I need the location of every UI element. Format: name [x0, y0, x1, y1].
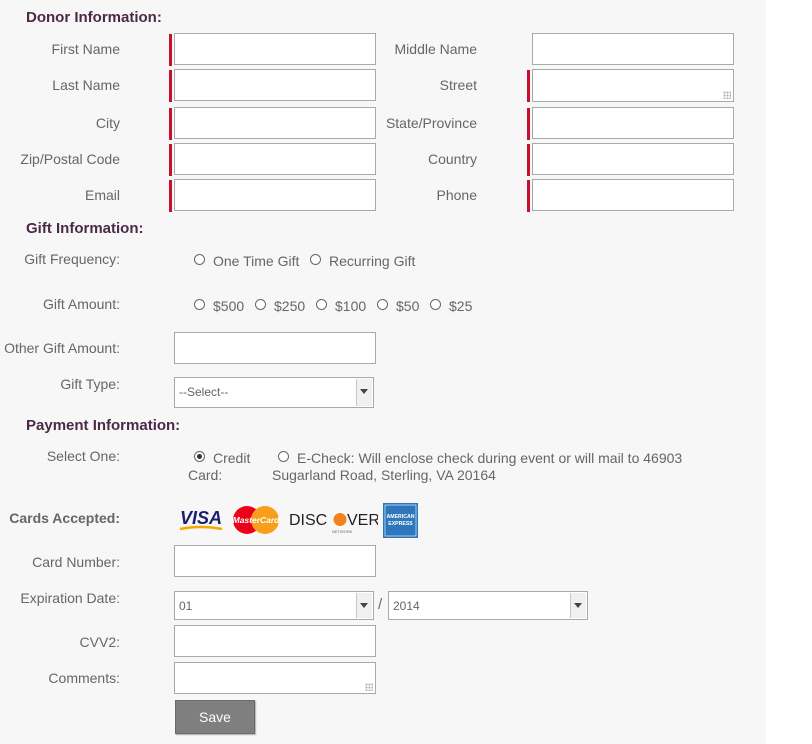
amount-500-radio[interactable]	[194, 299, 205, 310]
exp-month-select[interactable]: 01	[174, 591, 374, 620]
svg-text:NETWORK: NETWORK	[332, 529, 353, 534]
other-gift-amount-label: Other Gift Amount:	[4, 340, 120, 356]
state-label: State/Province	[385, 115, 477, 131]
chevron-down-icon[interactable]	[356, 593, 372, 618]
amex-logo-icon: AMERICAN EXPRESS	[383, 503, 418, 538]
last-name-input[interactable]	[174, 69, 376, 101]
exp-year-value: 2014	[393, 599, 420, 613]
cvv2-input[interactable]	[174, 625, 376, 657]
select-one-label: Select One:	[46, 448, 120, 464]
amount-500-label[interactable]: $500	[213, 298, 244, 314]
gift-frequency-label: Gift Frequency:	[24, 251, 120, 267]
recurring-gift-label[interactable]: Recurring Gift	[329, 253, 415, 269]
country-input[interactable]	[532, 143, 734, 175]
cvv2-label: CVV2:	[79, 634, 120, 650]
svg-text:MasterCard: MasterCard	[233, 515, 281, 525]
card-number-label: Card Number:	[32, 554, 120, 570]
required-marker	[527, 180, 530, 212]
exp-year-select[interactable]: 2014	[388, 591, 588, 620]
first-name-label: First Name	[51, 41, 120, 57]
one-time-gift-label[interactable]: One Time Gift	[213, 253, 299, 269]
credit-card-label-line1[interactable]: Credit	[213, 450, 250, 466]
comments-label: Comments:	[48, 670, 120, 686]
amount-250-label[interactable]: $250	[274, 298, 305, 314]
credit-card-label-line2[interactable]: Card:	[188, 467, 222, 483]
required-marker	[527, 144, 530, 176]
amount-250-radio[interactable]	[255, 299, 266, 310]
country-label: Country	[427, 151, 477, 167]
phone-input[interactable]	[532, 179, 734, 211]
zip-label: Zip/Postal Code	[20, 151, 120, 167]
gift-type-select[interactable]: --Select--	[174, 377, 374, 408]
resize-grip-icon[interactable]	[723, 91, 731, 99]
payment-section-title: Payment Information:	[26, 417, 181, 434]
echeck-label-line1[interactable]: E-Check: Will enclose check during event…	[297, 450, 682, 466]
one-time-gift-radio[interactable]	[194, 254, 205, 265]
amount-50-radio[interactable]	[377, 299, 388, 310]
mastercard-logo-icon: MasterCard	[230, 505, 282, 535]
email-label: Email	[84, 187, 120, 203]
svg-text:AMERICAN: AMERICAN	[387, 514, 415, 520]
other-gift-amount-input[interactable]	[174, 332, 376, 364]
chevron-down-icon[interactable]	[356, 379, 372, 406]
svg-text:VISA: VISA	[180, 508, 222, 528]
phone-label: Phone	[436, 187, 477, 203]
required-marker	[527, 108, 530, 140]
required-marker	[169, 144, 172, 176]
echeck-label-line2[interactable]: Sugarland Road, Sterling, VA 20164	[272, 467, 496, 483]
first-name-input[interactable]	[174, 33, 376, 65]
last-name-label: Last Name	[52, 77, 120, 93]
expiration-date-label: Expiration Date:	[20, 590, 120, 606]
svg-text:EXPRESS: EXPRESS	[388, 521, 413, 527]
card-number-input[interactable]	[174, 545, 376, 577]
zip-input[interactable]	[174, 143, 376, 175]
cards-accepted-label: Cards Accepted:	[9, 510, 120, 526]
amount-25-radio[interactable]	[430, 299, 441, 310]
state-input[interactable]	[532, 107, 734, 139]
required-marker	[169, 34, 172, 66]
required-marker	[527, 70, 530, 102]
visa-logo-icon: VISA	[176, 505, 226, 535]
save-button[interactable]: Save	[175, 700, 255, 734]
middle-name-input[interactable]	[532, 33, 734, 65]
gift-type-label: Gift Type:	[60, 376, 120, 392]
amount-100-radio[interactable]	[316, 299, 327, 310]
donation-form: Donor Information: First Name Middle Nam…	[0, 0, 766, 744]
street-label: Street	[439, 77, 477, 93]
gift-section-title: Gift Information:	[26, 220, 144, 237]
amount-50-label[interactable]: $50	[396, 298, 419, 314]
street-textarea[interactable]	[532, 69, 734, 102]
city-label: City	[95, 115, 120, 131]
email-input[interactable]	[174, 179, 376, 211]
required-marker	[169, 180, 172, 212]
donor-section-title: Donor Information:	[26, 9, 162, 26]
discover-logo-icon: DISC VER NETWORK	[288, 508, 380, 536]
credit-card-radio[interactable]	[194, 451, 205, 462]
expiration-separator: /	[378, 596, 383, 613]
recurring-gift-radio[interactable]	[310, 254, 321, 265]
amount-25-label[interactable]: $25	[449, 298, 472, 314]
resize-grip-icon[interactable]	[365, 683, 373, 691]
gift-type-value: --Select--	[179, 385, 229, 399]
required-marker	[169, 108, 172, 140]
svg-text:DISC: DISC	[289, 512, 327, 529]
exp-month-value: 01	[179, 599, 193, 613]
echeck-radio[interactable]	[278, 451, 289, 462]
city-input[interactable]	[174, 107, 376, 139]
svg-text:VER: VER	[347, 512, 378, 529]
gift-amount-label: Gift Amount:	[42, 296, 120, 312]
required-marker	[169, 70, 172, 102]
middle-name-label: Middle Name	[394, 41, 477, 57]
amount-100-label[interactable]: $100	[335, 298, 366, 314]
comments-textarea[interactable]	[174, 662, 376, 694]
chevron-down-icon[interactable]	[570, 593, 586, 618]
